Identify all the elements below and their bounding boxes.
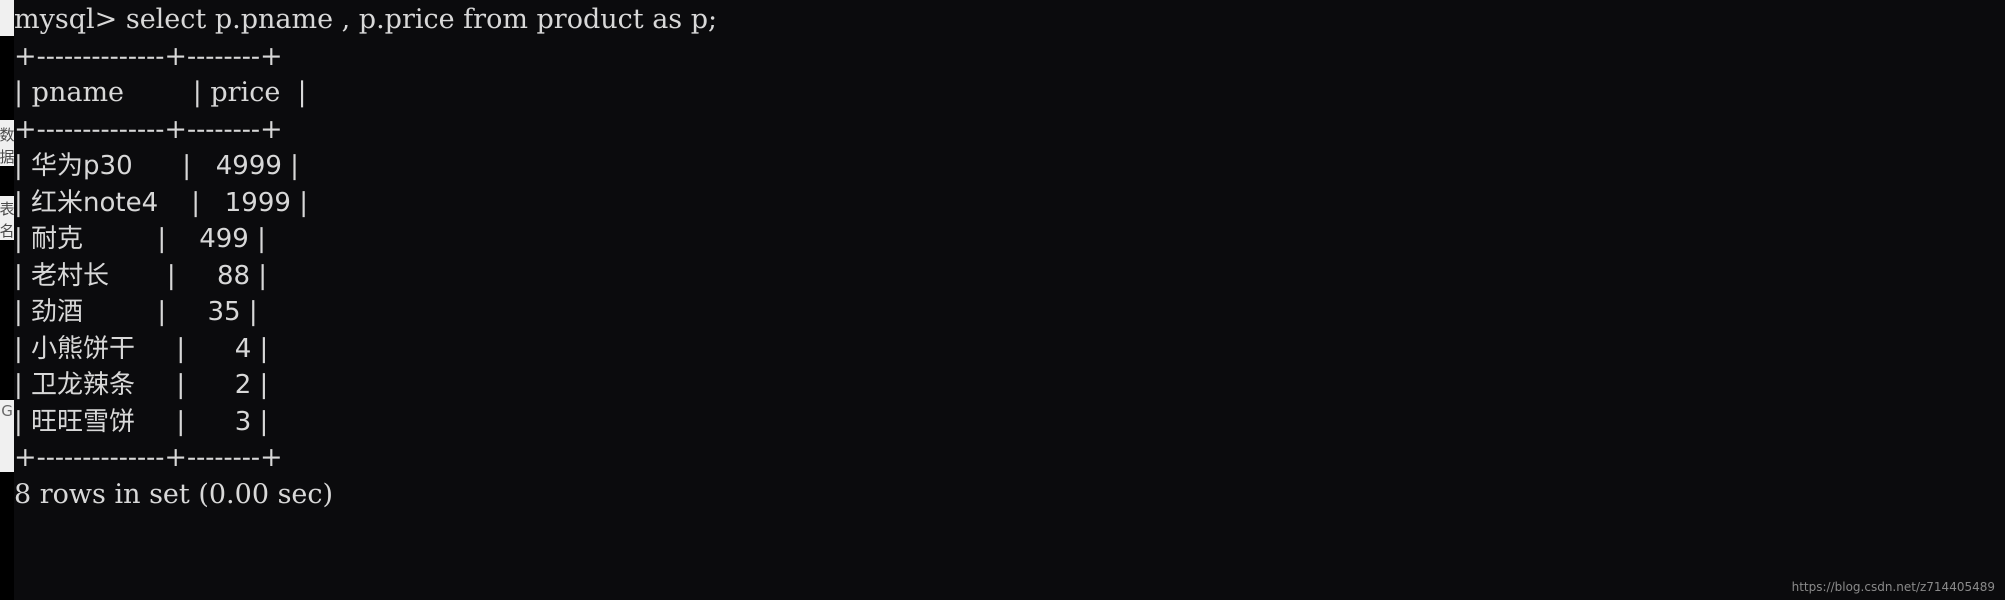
gutter-ghost-char: 数 (0, 126, 14, 144)
gutter-ghost-char: G (1, 402, 13, 420)
terminal-body[interactable]: mysql> select p.pname , p.price from pro… (14, 0, 2005, 600)
console-line: | 老村长 | 88 | (14, 260, 268, 291)
console-line: | 劲酒 | 35 | (14, 297, 258, 327)
console-line: mysql> select p.pname , p.price from pro… (14, 4, 718, 35)
console-line: +--------------+--------+ (14, 40, 283, 72)
terminal-screenshot: 数 据 表 名 G mysql> select p.pname , p.pric… (0, 0, 2005, 600)
gutter-ghost-char: 据 (0, 148, 14, 166)
scrollbar-thumb-segment[interactable] (0, 0, 14, 36)
gutter-ghost-char: 表 (0, 200, 14, 218)
console-line: | pname | price | (14, 77, 307, 108)
console-line: | 卫龙辣条 | 2 | (14, 370, 269, 400)
console-line: | 小熊饼干 | 4 | (14, 333, 269, 364)
console-line: | 红米note4 | 1999 | (14, 187, 308, 218)
gutter-ghost-char: 名 (0, 222, 14, 240)
console-line: | 华为p30 | 4999 | (14, 151, 299, 181)
console-line: 8 rows in set (0.00 sec) (14, 478, 334, 510)
watermark: https://blog.csdn.net/z714405489 (1791, 580, 1995, 594)
console-line: | 耐克 | 499 | (14, 224, 266, 254)
console-line: | 旺旺雪饼 | 3 | (14, 406, 269, 437)
console-line: +--------------+--------+ (14, 442, 283, 473)
console-line: +--------------+--------+ (14, 113, 283, 145)
left-scrollbar-gutter[interactable]: 数 据 表 名 G (0, 0, 14, 600)
console-output: mysql> select p.pname , p.price from pro… (14, 2, 717, 513)
